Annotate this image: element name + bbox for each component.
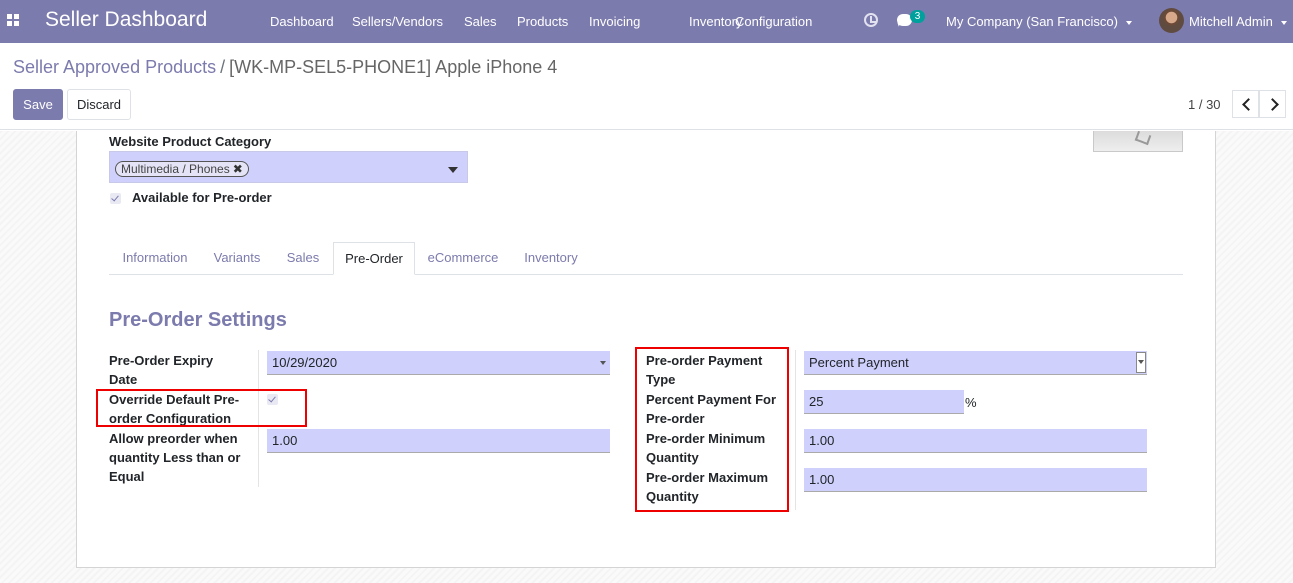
- highlight-override-box: [96, 389, 307, 427]
- payment-type-label-line2: Type: [646, 372, 676, 387]
- available-preorder-label: Available for Pre-order: [132, 190, 272, 205]
- discard-button[interactable]: Discard: [67, 89, 131, 120]
- category-tag-label: Multimedia / Phones: [121, 162, 230, 176]
- dropdown-caret-icon[interactable]: [448, 167, 458, 173]
- tab-information[interactable]: Information: [109, 242, 201, 275]
- min-quantity-label-line2: Quantity: [646, 450, 699, 465]
- allow-preorder-label-line3: Equal: [109, 469, 145, 484]
- control-panel: Seller Approved Products / [WK-MP-SEL5-PHO…: [0, 43, 1293, 130]
- user-menu[interactable]: Mitchell Admin: [1189, 0, 1287, 43]
- pager-next-button[interactable]: [1259, 90, 1286, 118]
- min-quantity-label: Pre-order Minimum Quantity: [646, 429, 765, 467]
- category-tag: Multimedia / Phones ✖: [115, 161, 249, 177]
- select-caret-icon[interactable]: [1138, 360, 1144, 364]
- payment-type-label: Pre-order Payment Type: [646, 351, 762, 389]
- breadcrumb-separator: /: [220, 57, 226, 77]
- pager-value[interactable]: 1 / 30: [1188, 97, 1221, 112]
- tab-inventory[interactable]: Inventory: [511, 242, 591, 275]
- allow-preorder-label: Allow preorder when quantity Less than o…: [109, 429, 240, 486]
- percent-payment-label-line1: Percent Payment For: [646, 392, 777, 407]
- max-quantity-input[interactable]: 1.00: [804, 468, 1147, 492]
- max-quantity-label-line1: Pre-order Maximum: [646, 470, 769, 485]
- percent-suffix: %: [965, 395, 977, 410]
- chevron-down-icon: [1125, 20, 1132, 25]
- max-quantity-label: Pre-order Maximum Quantity: [646, 468, 768, 506]
- company-name: My Company (San Francisco): [946, 14, 1118, 29]
- breadcrumb-parent-link[interactable]: Seller Approved Products: [13, 57, 216, 77]
- apps-menu-icon[interactable]: [7, 14, 20, 27]
- save-button[interactable]: Save: [13, 89, 63, 120]
- tab-variants[interactable]: Variants: [201, 242, 273, 275]
- website-category-label: Website Product Category: [109, 134, 272, 149]
- menu-products[interactable]: Products: [517, 0, 568, 43]
- payment-type-select[interactable]: Percent Payment: [804, 351, 1147, 375]
- menu-invoicing[interactable]: Invoicing: [589, 0, 640, 43]
- date-picker-caret-icon[interactable]: [600, 361, 606, 365]
- product-image[interactable]: [1093, 131, 1183, 152]
- menu-configuration[interactable]: Configuration: [735, 0, 812, 43]
- user-name: Mitchell Admin: [1189, 14, 1273, 29]
- menu-dashboard[interactable]: Dashboard: [270, 0, 334, 43]
- menu-sellers-vendors[interactable]: Sellers/Vendors: [352, 0, 443, 43]
- allow-preorder-label-line1: Allow preorder when: [109, 431, 238, 446]
- app-brand[interactable]: Seller Dashboard: [45, 8, 207, 32]
- expiry-date-input[interactable]: 10/29/2020: [267, 351, 610, 375]
- allow-preorder-label-line2: quantity Less than or: [109, 450, 241, 465]
- expiry-date-label-line1: Pre-Order Expiry: [109, 353, 214, 368]
- allow-preorder-input[interactable]: 1.00: [267, 429, 610, 453]
- payment-type-label-line1: Pre-order Payment: [646, 353, 763, 368]
- expiry-date-label-line2: Date: [109, 372, 138, 387]
- max-quantity-label-line2: Quantity: [646, 489, 699, 504]
- top-navbar: Seller Dashboard Dashboard Sellers/Vendo…: [0, 0, 1293, 43]
- preorder-section-title: Pre-Order Settings: [109, 309, 287, 331]
- percent-payment-input[interactable]: 25: [804, 390, 964, 414]
- expiry-date-label: Pre-Order Expiry Date: [109, 351, 213, 389]
- user-avatar[interactable]: [1159, 8, 1184, 33]
- breadcrumb: Seller Approved Products / [WK-MP-SEL5-PHO…: [13, 57, 557, 78]
- available-preorder-checkbox[interactable]: [110, 193, 121, 204]
- tab-pre-order[interactable]: Pre-Order: [333, 242, 415, 275]
- min-quantity-input[interactable]: 1.00: [804, 429, 1147, 453]
- breadcrumb-current: [WK-MP-SEL5-PHONE1] Apple iPhone 4: [229, 57, 558, 77]
- min-quantity-label-line1: Pre-order Minimum: [646, 431, 766, 446]
- chevron-down-icon: [1280, 20, 1287, 25]
- right-group-divider: [795, 350, 796, 510]
- menu-sales[interactable]: Sales: [464, 0, 497, 43]
- percent-payment-label: Percent Payment For Pre-order: [646, 390, 776, 428]
- pager-previous-button[interactable]: [1232, 90, 1259, 118]
- messages-count-badge: 3: [910, 10, 925, 23]
- activity-clock-icon[interactable]: [864, 13, 878, 27]
- percent-payment-label-line2: Pre-order: [646, 411, 705, 426]
- tab-ecommerce[interactable]: eCommerce: [415, 242, 511, 275]
- company-switcher[interactable]: My Company (San Francisco): [946, 0, 1132, 43]
- tab-sales[interactable]: Sales: [273, 242, 333, 275]
- remove-tag-icon[interactable]: ✖: [233, 162, 243, 176]
